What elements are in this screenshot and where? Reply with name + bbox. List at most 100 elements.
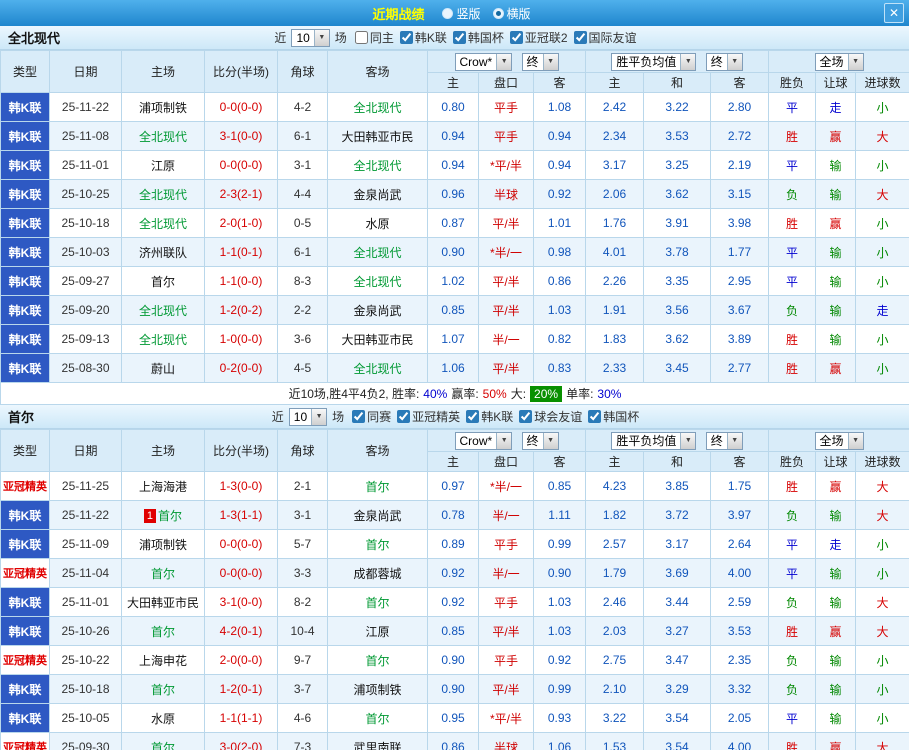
checkbox-input[interactable] — [354, 31, 368, 44]
layout-vertical-radio[interactable]: 竖版 — [442, 5, 481, 22]
home-team-cell[interactable]: 蔚山 — [121, 353, 205, 383]
checkbox-input[interactable] — [466, 410, 480, 423]
checkbox-input[interactable] — [573, 31, 587, 44]
games-count-select[interactable]: 10 ▼ — [291, 28, 330, 47]
score-cell[interactable]: 3-1(0-0) — [204, 121, 278, 151]
checkbox-input[interactable] — [588, 410, 602, 423]
games-count-select[interactable]: 10 ▼ — [288, 407, 328, 426]
layout-horizontal-radio[interactable]: 横版 — [492, 5, 531, 22]
filter-checkbox[interactable]: 亚冠联2 — [509, 29, 568, 46]
asia-final-select[interactable]: 终 ▼ — [521, 431, 559, 450]
home-team-cell[interactable]: 上海海港 — [121, 471, 205, 501]
away-team-cell[interactable]: 首尔 — [327, 471, 428, 501]
score-cell[interactable]: 1-3(1-1) — [204, 500, 278, 530]
score-cell[interactable]: 1-1(0-1) — [204, 237, 278, 267]
scope-select[interactable]: 全场 ▼ — [814, 431, 864, 450]
away-team-cell[interactable]: 首尔 — [327, 529, 428, 559]
home-team-cell[interactable]: 首尔 — [121, 558, 205, 588]
home-team-cell[interactable]: 大田韩亚市民 — [121, 587, 205, 617]
home-team-cell[interactable]: 上海申花 — [121, 645, 205, 675]
home-team-cell[interactable]: 全北现代 — [121, 179, 205, 209]
score-cell[interactable]: 0-2(0-0) — [204, 353, 278, 383]
away-team-cell[interactable]: 首尔 — [327, 587, 428, 617]
away-team-cell[interactable]: 大田韩亚市民 — [327, 121, 428, 151]
home-team-cell[interactable]: 全北现代 — [121, 121, 205, 151]
score-cell[interactable]: 0-0(0-0) — [204, 529, 278, 559]
score-cell[interactable]: 1-1(1-1) — [204, 703, 278, 733]
away-team-cell[interactable]: 浦项制铁 — [327, 674, 428, 704]
checkbox-input[interactable] — [397, 410, 411, 423]
filter-checkbox[interactable]: 韩K联 — [466, 408, 513, 425]
score-cell[interactable]: 3-0(2-0) — [204, 732, 278, 750]
home-team-cell[interactable]: 全北现代 — [121, 324, 205, 354]
match-row: 韩K联 25-11-22 1 首尔 1-3(1-1) 3-1 金泉尚武 0.78 半/一 1.11… — [0, 500, 909, 530]
home-team-cell[interactable]: 首尔 — [121, 266, 205, 296]
euro-final-select[interactable]: 终 ▼ — [705, 431, 743, 450]
score-cell[interactable]: 0-0(0-0) — [204, 92, 278, 122]
score-cell[interactable]: 0-0(0-0) — [204, 558, 278, 588]
euro-final-select[interactable]: 终 ▼ — [705, 52, 743, 71]
close-button[interactable]: ✕ — [884, 3, 904, 23]
home-team-cell[interactable]: 全北现代 — [121, 208, 205, 238]
checkbox-input[interactable] — [399, 31, 413, 44]
away-team-cell[interactable]: 水原 — [327, 208, 428, 238]
score-cell[interactable]: 1-1(0-0) — [204, 266, 278, 296]
filter-checkbox[interactable]: 同赛 — [352, 408, 391, 425]
euro-avg-select[interactable]: 胜平负均值 ▼ — [611, 52, 697, 71]
away-team-cell[interactable]: 武里南联 — [327, 732, 428, 750]
filter-checkbox[interactable]: 球会友谊 — [519, 408, 582, 425]
away-team-cell[interactable]: 全北现代 — [327, 353, 428, 383]
away-team-cell[interactable]: 金泉尚武 — [327, 500, 428, 530]
away-team-cell[interactable]: 大田韩亚市民 — [327, 324, 428, 354]
euro-avg-select[interactable]: 胜平负均值 ▼ — [611, 431, 697, 450]
home-team-cell[interactable]: 浦项制铁 — [121, 92, 205, 122]
filter-checkbox[interactable]: 韩国杯 — [588, 408, 639, 425]
result-handicap: 输 — [815, 500, 857, 530]
score-cell[interactable]: 3-1(0-0) — [204, 587, 278, 617]
home-team-cell[interactable]: 首尔 — [121, 732, 205, 750]
scope-select[interactable]: 全场 ▼ — [814, 52, 864, 71]
results-tbody-1: 亚冠精英 25-11-25 上海海港 1-3(0-0) 2-1 首尔 0.97 *半/一 0.8… — [0, 471, 909, 750]
home-team-cell[interactable]: 首尔 — [121, 616, 205, 646]
filter-checkbox[interactable]: 韩国杯 — [452, 29, 504, 46]
checkbox-input[interactable] — [352, 410, 366, 423]
away-team-cell[interactable]: 金泉尚武 — [327, 179, 428, 209]
home-team-cell[interactable]: 水原 — [121, 703, 205, 733]
away-team-cell[interactable]: 成都蓉城 — [327, 558, 428, 588]
odds-company-select[interactable]: Crow* ▼ — [454, 431, 513, 450]
home-team-cell[interactable]: 济州联队 — [121, 237, 205, 267]
score-cell[interactable]: 1-3(0-0) — [204, 471, 278, 501]
away-team-cell[interactable]: 首尔 — [327, 703, 428, 733]
filter-checkbox[interactable]: 国际友谊 — [573, 29, 637, 46]
away-team-cell[interactable]: 金泉尚武 — [327, 295, 428, 325]
date-cell: 25-10-25 — [49, 179, 122, 209]
asia-final-select[interactable]: 终 ▼ — [521, 52, 559, 71]
odds-company-select[interactable]: Crow* ▼ — [454, 52, 513, 71]
away-team-cell[interactable]: 全北现代 — [327, 237, 428, 267]
score-cell[interactable]: 2-3(2-1) — [204, 179, 278, 209]
euro-home-odds: 4.01 — [585, 237, 645, 267]
checkbox-input[interactable] — [519, 410, 533, 423]
home-team-cell[interactable]: 1 首尔 — [121, 500, 205, 530]
score-cell[interactable]: 4-2(0-1) — [204, 616, 278, 646]
score-cell[interactable]: 0-0(0-0) — [204, 150, 278, 180]
home-team-cell[interactable]: 首尔 — [121, 674, 205, 704]
away-team-cell[interactable]: 全北现代 — [327, 150, 428, 180]
checkbox-input[interactable] — [509, 31, 523, 44]
filter-checkbox[interactable]: 亚冠精英 — [397, 408, 460, 425]
away-team-cell[interactable]: 全北现代 — [327, 92, 428, 122]
score-cell[interactable]: 1-2(0-2) — [204, 295, 278, 325]
home-team-cell[interactable]: 浦项制铁 — [121, 529, 205, 559]
filter-checkbox[interactable]: 韩K联 — [399, 29, 447, 46]
score-cell[interactable]: 1-2(0-1) — [204, 674, 278, 704]
score-cell[interactable]: 2-0(0-0) — [204, 645, 278, 675]
filter-checkbox[interactable]: 同主 — [354, 29, 394, 46]
home-team-cell[interactable]: 全北现代 — [121, 295, 205, 325]
score-cell[interactable]: 1-0(0-0) — [204, 324, 278, 354]
score-cell[interactable]: 2-0(1-0) — [204, 208, 278, 238]
checkbox-input[interactable] — [452, 31, 466, 44]
away-team-cell[interactable]: 首尔 — [327, 645, 428, 675]
away-team-cell[interactable]: 全北现代 — [327, 266, 428, 296]
home-team-cell[interactable]: 江原 — [121, 150, 205, 180]
away-team-cell[interactable]: 江原 — [327, 616, 428, 646]
